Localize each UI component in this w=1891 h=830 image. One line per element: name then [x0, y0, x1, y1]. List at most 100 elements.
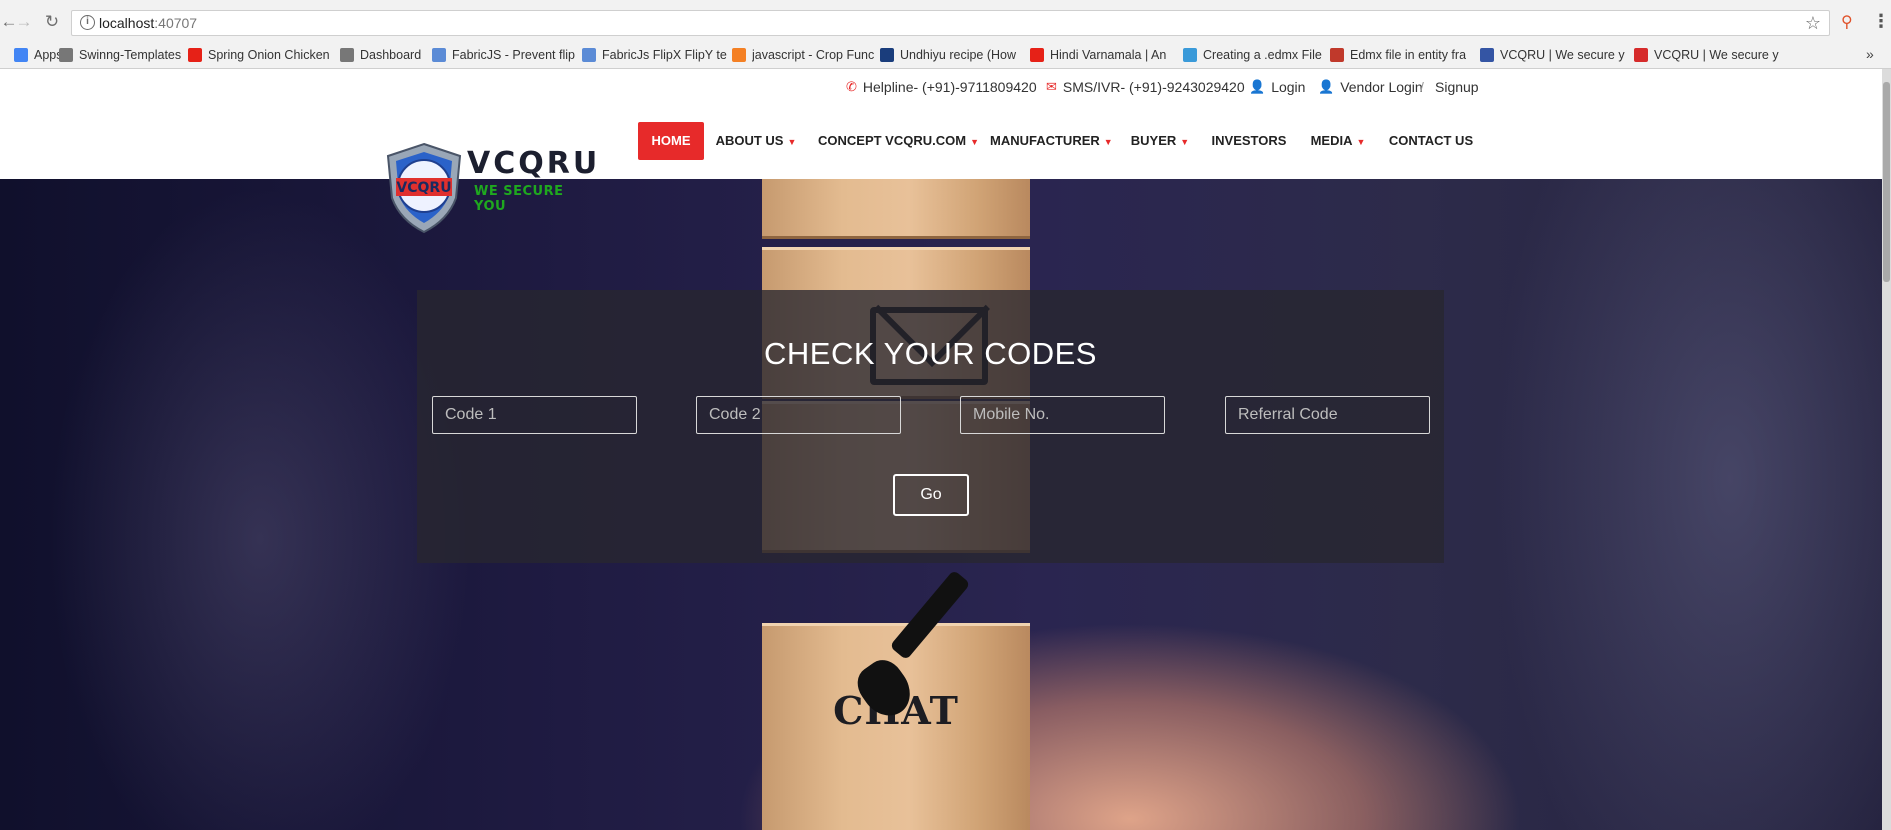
helpline-text: Helpline- (+91)-9711809420 [862, 79, 1037, 95]
nav-label: HOME [651, 133, 691, 148]
nav-item-buyer[interactable]: BUYER ▼ [1130, 122, 1190, 160]
info-icon[interactable]: i [80, 15, 95, 30]
nav-label: MANUFACTURER [990, 133, 1100, 148]
shield-logo-icon: VCQRU [386, 142, 462, 234]
reload-icon[interactable]: ↻ [43, 13, 61, 31]
nav-label: CONTACT US [1388, 133, 1474, 148]
caret-down-icon: ▼ [1356, 137, 1366, 147]
bookmark-item[interactable]: Creating a .edmx File [1183, 46, 1335, 64]
address-bar[interactable]: i localhost:40707 ☆ [71, 10, 1830, 36]
vcqru-logo[interactable]: VCQRU VCQRU WE SECURE YOU [382, 140, 597, 235]
bookmarks-bar: Apps Swinng-Templates Spring Onion Chicken… [0, 41, 1891, 69]
page-icon [59, 48, 73, 62]
bookmark-label: Creating a .edmx File [1203, 48, 1322, 62]
browser-toolbar: ← → ↻ i localhost:40707 ☆ ⚲ ⋮ [0, 0, 1891, 46]
extension-search-icon[interactable]: ⚲ [1841, 12, 1853, 32]
bookmark-item[interactable]: FabricJs FlipX FlipY te [582, 46, 738, 64]
sms-ivr[interactable]: ✉ SMS/IVR- (+91)-9243029420 [1046, 78, 1245, 96]
nav-label: CONCEPT VCQRU.COM [818, 133, 967, 148]
bars-icon [1634, 48, 1648, 62]
bookmark-label: Spring Onion Chicken [208, 48, 330, 62]
nav-item-manufacturer[interactable]: MANUFACTURER ▼ [990, 122, 1113, 160]
apps-grid-icon [14, 48, 28, 62]
helpline[interactable]: ✆ Helpline- (+91)-9711809420 [846, 78, 1037, 96]
bookmark-item[interactable]: FabricJS - Prevent flip [432, 46, 588, 64]
nav-label: ABOUT US [715, 133, 784, 148]
wood-block: CHAT [762, 623, 1030, 830]
vendor-login-text: Vendor Login [1340, 79, 1423, 95]
bookmark-label: FabricJs FlipX FlipY te [602, 48, 727, 62]
signup-link[interactable]: Signup [1435, 78, 1479, 96]
page-icon [340, 48, 354, 62]
nav-item-investors[interactable]: INVESTORS [1210, 122, 1288, 160]
nav-label: BUYER [1130, 133, 1177, 148]
nav-label: INVESTORS [1211, 133, 1287, 148]
nav-item-home[interactable]: HOME [638, 122, 704, 160]
caret-down-icon: ▼ [1103, 137, 1113, 147]
cloud-icon [582, 48, 596, 62]
site-header: ✆ Helpline- (+91)-9711809420 ✉ SMS/IVR- … [0, 69, 1891, 179]
nav-label: MEDIA [1310, 133, 1353, 148]
caret-down-icon: ▼ [787, 137, 797, 147]
bookmark-label: Dashboard [360, 48, 422, 62]
bookmarks-overflow-icon[interactable]: » [1866, 46, 1874, 62]
vcqru-icon [1480, 48, 1494, 62]
caret-down-icon: ▼ [970, 137, 979, 147]
wood-block [762, 179, 1030, 239]
login-link[interactable]: 👤 Login [1249, 78, 1305, 96]
bookmark-label: javascript - Crop Func [752, 48, 875, 62]
logo-name: VCQRU [467, 146, 601, 181]
bookmark-item[interactable]: VCQRU | We secure y [1634, 46, 1794, 64]
bookmark-icon [1183, 48, 1197, 62]
grid-icon [880, 48, 894, 62]
stackoverflow-icon [732, 48, 746, 62]
referral-code-input[interactable] [1225, 396, 1430, 434]
svg-text:VCQRU: VCQRU [396, 180, 451, 196]
vendor-login-link[interactable]: 👤 Vendor Login [1318, 78, 1423, 96]
bookmark-label: Edmx file in entity fra [1350, 48, 1467, 62]
cloud-icon [432, 48, 446, 62]
bookmark-label: Undhiyu recipe (How [900, 48, 1017, 62]
bookmark-label: VCQRU | We secure y [1500, 48, 1625, 62]
bookmark-item[interactable]: VCQRU | We secure y [1480, 46, 1640, 64]
curve-icon [1330, 48, 1344, 62]
bookmark-label: FabricJS - Prevent flip [452, 48, 575, 62]
logo-tagline: WE SECURE YOU [474, 184, 564, 214]
code2-input[interactable] [696, 396, 901, 434]
nav-item-about-us[interactable]: ABOUT US ▼ [714, 122, 798, 160]
bookmark-star-icon[interactable]: ☆ [1805, 13, 1821, 34]
bookmark-item[interactable]: Swinng-Templates [59, 46, 195, 64]
bookmark-label: Hindi Varnamala | An [1050, 48, 1167, 62]
sms-text: SMS/IVR- (+91)-9243029420 [1062, 79, 1245, 95]
nav-item-contact-us[interactable]: CONTACT US [1386, 122, 1476, 160]
phone-icon: ✆ [846, 79, 857, 94]
code1-input[interactable] [432, 396, 637, 434]
user-icon: 👤 [1318, 79, 1335, 94]
mobile-input[interactable] [960, 396, 1165, 434]
browser-menu-icon[interactable]: ⋮ [1872, 11, 1890, 32]
login-text: Login [1271, 79, 1306, 95]
nav-item-concept-vcqru-com[interactable]: CONCEPT VCQRU.COM ▼ [818, 122, 979, 160]
youtube-icon [188, 48, 202, 62]
forward-icon[interactable]: → [15, 13, 33, 31]
bookmark-item[interactable]: Dashboard [340, 46, 438, 64]
bookmark-item[interactable]: Spring Onion Chicken [188, 46, 340, 64]
check-codes-panel: CHECK YOUR CODES Go [417, 290, 1444, 563]
envelope-icon: ✉ [1046, 79, 1057, 94]
signup-text: Signup [1435, 79, 1479, 95]
bookmark-item[interactable]: Edmx file in entity fra [1330, 46, 1480, 64]
user-icon: 👤 [1249, 79, 1266, 94]
bookmark-label: VCQRU | We secure y [1654, 48, 1779, 62]
bookmark-item[interactable]: javascript - Crop Func [732, 46, 888, 64]
scrollbar-thumb[interactable] [1883, 82, 1890, 282]
bookmark-item[interactable]: Hindi Varnamala | An [1030, 46, 1188, 64]
nav-item-media[interactable]: MEDIA ▼ [1307, 122, 1369, 160]
youtube-icon [1030, 48, 1044, 62]
bookmark-label: Swinng-Templates [79, 48, 182, 62]
go-button[interactable]: Go [893, 474, 969, 516]
url-text[interactable]: localhost:40707 [99, 15, 197, 31]
caret-down-icon: ▼ [1180, 137, 1190, 147]
separator: / [1420, 79, 1424, 95]
panel-title: CHECK YOUR CODES [764, 336, 1097, 371]
bookmark-item[interactable]: Undhiyu recipe (How [880, 46, 1036, 64]
